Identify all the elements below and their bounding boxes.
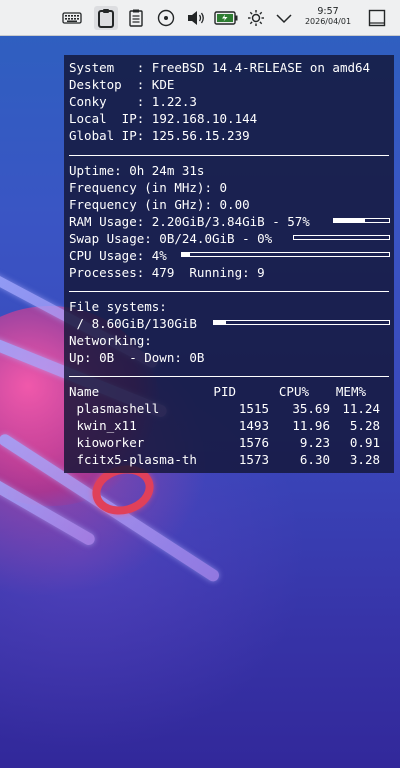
notes-icon[interactable] [126, 8, 146, 28]
show-desktop-icon[interactable] [367, 8, 387, 28]
file-systems-title: File systems: [69, 299, 167, 314]
process-name: fcitx5-plasma-th [69, 452, 197, 467]
media-disc-icon[interactable] [156, 8, 176, 28]
system-row: System : FreeBSD 14.4-RELEASE on amd64 [69, 59, 370, 76]
process-header-name: Name [69, 384, 100, 399]
battery-icon[interactable] [214, 8, 238, 28]
ram-usage-text: RAM Usage: 2.20GiB/3.84GiB - 57% [69, 214, 310, 229]
volume-icon[interactable] [186, 8, 206, 28]
system-label: System : [69, 60, 145, 75]
process-header-mem: MEM% [335, 384, 366, 399]
process-cpu: 6.30 [299, 452, 330, 467]
keyboard-icon[interactable] [62, 8, 82, 28]
process-cpu: 9.23 [299, 435, 330, 450]
frequency-mhz-text: Frequency (in MHz): 0 [69, 180, 228, 195]
process-header-cpu: CPU% [278, 384, 309, 399]
conky-version-label: Conky : [69, 94, 145, 109]
process-cpu: 11.96 [292, 418, 330, 433]
root-filesystem-text: / 8.60GiB/130GiB [69, 316, 197, 331]
conky-panel: System : FreeBSD 14.4-RELEASE on amd64 D… [64, 55, 394, 473]
processes-text: Processes: 479 Running: 9 [69, 265, 265, 280]
process-cpu: 35.69 [292, 401, 330, 416]
process-name: plasmashell [69, 401, 160, 416]
local-ip-row: Local IP: 192.168.10.144 [69, 110, 257, 127]
ram-usage-bar [333, 218, 390, 223]
process-name: kioworker [69, 435, 145, 450]
frequency-ghz-text: Frequency (in GHz): 0.00 [69, 197, 250, 212]
process-mem: 11.24 [342, 401, 380, 416]
desktop-label: Desktop : [69, 77, 145, 92]
conky-version-value: 1.22.3 [151, 94, 197, 109]
system-value: FreeBSD 14.4-RELEASE on amd64 [151, 60, 371, 75]
top-panel: 9:57 2026/04/01 [0, 0, 400, 36]
process-header-pid: PID [213, 384, 236, 399]
desktop-row: Desktop : KDE [69, 76, 174, 93]
divider [69, 376, 389, 377]
process-mem: 3.28 [349, 452, 380, 467]
desktop-value: KDE [151, 77, 175, 92]
brightness-icon[interactable] [246, 8, 266, 28]
uptime-text: Uptime: 0h 24m 31s [69, 163, 205, 178]
process-pid: 1493 [238, 418, 269, 433]
ram-usage-bar-fill [334, 219, 366, 222]
global-ip-row: Global IP: 125.56.15.239 [69, 127, 250, 144]
local-ip-label: Local IP: [69, 111, 145, 126]
cpu-usage-bar [181, 252, 390, 257]
divider [69, 155, 389, 156]
networking-title: Networking: [69, 333, 152, 348]
clipboard-icon[interactable] [94, 6, 118, 30]
process-pid: 1515 [238, 401, 269, 416]
clock[interactable]: 9:57 2026/04/01 [300, 7, 356, 27]
process-pid: 1573 [238, 452, 269, 467]
global-ip-value: 125.56.15.239 [151, 128, 250, 143]
process-pid: 1576 [238, 435, 269, 450]
root-filesystem-bar [213, 320, 390, 325]
cpu-usage-text: CPU Usage: 4% [69, 248, 167, 263]
conky-version-row: Conky : 1.22.3 [69, 93, 197, 110]
local-ip-value: 192.168.10.144 [151, 111, 258, 126]
chevron-down-icon[interactable] [274, 8, 294, 28]
process-mem: 5.28 [349, 418, 380, 433]
clock-date: 2026/04/01 [304, 17, 352, 26]
swap-usage-bar [293, 235, 390, 240]
root-filesystem-bar-fill [214, 321, 226, 324]
cpu-usage-bar-fill [182, 253, 191, 256]
swap-usage-text: Swap Usage: 0B/24.0GiB - 0% [69, 231, 273, 246]
global-ip-label: Global IP: [69, 128, 145, 143]
clock-time: 9:57 [317, 6, 339, 17]
divider [69, 291, 389, 292]
process-mem: 0.91 [349, 435, 380, 450]
process-name: kwin_x11 [69, 418, 137, 433]
network-rates-text: Up: 0B - Down: 0B [69, 350, 205, 365]
